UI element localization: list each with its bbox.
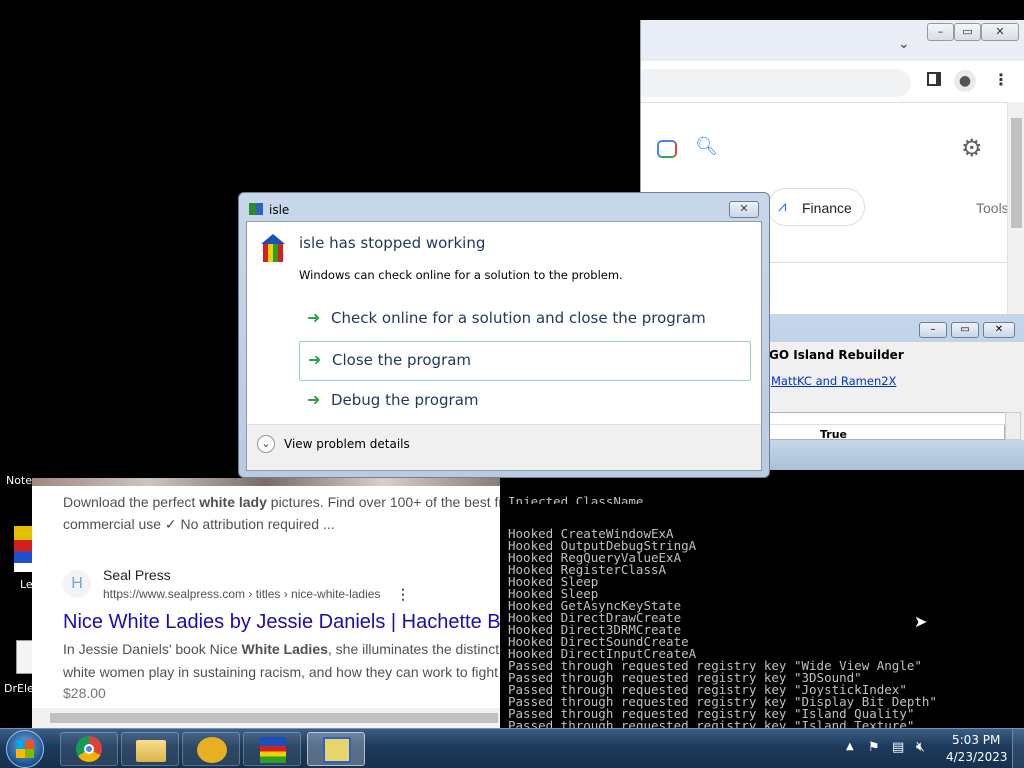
chrome-menu-icon[interactable]: ⋮	[993, 70, 1009, 89]
dialog-footer: ⌄ View problem details	[247, 424, 761, 470]
settings-gear-icon[interactable]: ⚙	[961, 134, 983, 162]
snippet-text: In Jessie Daniels' book Nice	[63, 641, 242, 657]
check-online-button[interactable]: ➜ Check online for a solution and close t…	[299, 300, 751, 338]
isle-house-icon	[259, 234, 287, 262]
toolbar-divider	[641, 102, 1024, 103]
start-button[interactable]	[6, 730, 44, 768]
scrollbar-thumb[interactable]	[1011, 118, 1022, 228]
tools-label[interactable]: Tools	[976, 200, 1009, 216]
snippet-text: pictures. Find over 100+ of the best fr	[266, 494, 500, 510]
site-url[interactable]: https://www.sealpress.com › titles › nic…	[103, 587, 380, 601]
character-icon	[197, 737, 227, 763]
dialog-message: Windows can check online for a solution …	[299, 268, 623, 282]
rebuilder-window: – ▭ ✕ GO Island Rebuilder MattKC and Ram…	[768, 314, 1024, 441]
desktop-icon-drele[interactable]: DrEle	[2, 640, 34, 698]
rebuilder-body: GO Island Rebuilder MattKC and Ramen2X T…	[769, 342, 1024, 441]
snippet-text: , she illuminates the distincti	[327, 641, 500, 657]
lego-icon	[14, 526, 32, 572]
console-window: Injected ClassName Hooked CreateWindowEx…	[504, 470, 1024, 728]
snippet-bold: White Ladies	[241, 641, 328, 657]
action-center-icon[interactable]: ⚑	[868, 740, 880, 755]
option-label: Check online for a solution and close th…	[331, 309, 706, 327]
site-favicon: H	[63, 570, 91, 598]
address-bar[interactable]	[641, 69, 911, 97]
maximize-button[interactable]: ▭	[951, 322, 979, 338]
close-program-button[interactable]: ➜ Close the program	[299, 341, 751, 381]
error-dialog: isle ✕ isle has stopped working Windows …	[238, 192, 770, 478]
desktop-icon-label: Le	[20, 578, 33, 591]
profile-avatar-icon[interactable]: ●	[954, 70, 976, 92]
minimize-button[interactable]: –	[927, 23, 954, 41]
folder-icon	[136, 740, 166, 762]
snippet-bold: white lady	[199, 494, 267, 510]
network-icon[interactable]: ▤	[892, 740, 904, 755]
expand-chevron-icon[interactable]: ⌄	[257, 435, 275, 453]
desktop-icon-label: Note	[6, 474, 33, 487]
console-output: Hooked CreateWindowExA Hooked OutputDebug…	[508, 527, 1020, 728]
settings-table: True	[769, 412, 1006, 441]
volume-muted-icon[interactable]: 🔇︎	[916, 739, 925, 755]
show-hidden-icons[interactable]: ▲	[846, 741, 854, 752]
result-snippet: Download the perfect white lady pictures…	[63, 494, 500, 510]
rebuilder-title: GO Island Rebuilder	[769, 348, 904, 362]
image-strip	[32, 478, 500, 486]
search-icon[interactable]: 🔍︎	[695, 136, 718, 157]
result-snippet-line2: commercial use ✓ No attribution required…	[63, 516, 335, 532]
authors-link[interactable]: MattKC and Ramen2X	[771, 374, 896, 388]
finance-chip-label: Finance	[802, 200, 852, 216]
green-arrow-icon: ➜	[307, 308, 321, 327]
isle-app-icon	[249, 203, 263, 215]
dialog-content: isle has stopped working Windows can che…	[246, 221, 762, 471]
view-details-link[interactable]: View problem details	[284, 437, 410, 451]
price: $28.00	[63, 685, 106, 701]
chrome-tab-bar: – ▭ ✕ ⌄	[641, 20, 1024, 61]
table-header-band	[770, 413, 1006, 425]
taskbar-game[interactable]	[182, 732, 240, 766]
green-arrow-icon: ➜	[308, 350, 322, 369]
taskbar-rebuilder[interactable]	[307, 732, 365, 766]
debug-program-button[interactable]: ➜ Debug the program	[299, 382, 751, 420]
snippet-text: Download the perfect	[63, 494, 200, 510]
windows-logo-icon	[16, 740, 34, 758]
taskbar-explorer[interactable]	[121, 732, 179, 766]
desktop-icon-label: DrEle	[4, 682, 34, 695]
taskbar-chrome[interactable]	[60, 732, 118, 766]
console-line: Passed through requested registry key "I…	[508, 718, 915, 728]
more-options-icon[interactable]: ⋮	[396, 586, 410, 603]
mouse-pointer-icon: ➤	[914, 612, 928, 631]
show-desktop-button[interactable]	[1012, 729, 1024, 768]
finance-chip[interactable]: ⩘ Finance	[767, 188, 865, 226]
google-lens-icon[interactable]	[657, 140, 677, 158]
dialog-title: isle	[269, 203, 290, 217]
taskbar: ▲ ⚑ ▤ 🔇︎ 5:03 PM 4/23/2023	[0, 728, 1024, 768]
option-label: Close the program	[332, 351, 472, 369]
clock-time[interactable]: 5:03 PM	[952, 733, 1000, 747]
tab-search-chevron-icon[interactable]: ⌄	[898, 36, 910, 52]
close-button[interactable]: ✕	[981, 23, 1019, 41]
horizontal-scrollbar[interactable]	[32, 708, 500, 728]
result-snippet: In Jessie Daniels' book Nice White Ladie…	[63, 641, 500, 657]
minimize-button[interactable]: –	[919, 322, 947, 338]
table-scrollbar[interactable]	[1005, 412, 1021, 440]
result-snippet-line2: white women play in sustaining racism, a…	[63, 664, 498, 680]
close-button[interactable]: ✕	[983, 322, 1015, 338]
chart-icon: ⩘	[778, 197, 787, 215]
taskbar-isle[interactable]	[243, 732, 301, 766]
green-arrow-icon: ➜	[307, 390, 321, 409]
clock-date[interactable]: 4/23/2023	[946, 750, 1008, 764]
isle-house-icon	[260, 737, 286, 763]
scrollbar-thumb[interactable]	[50, 713, 498, 723]
maximize-button[interactable]: ▭	[954, 23, 981, 41]
dialog-heading: isle has stopped working	[299, 234, 486, 252]
result-title-link[interactable]: Nice White Ladies by Jessie Daniels | Ha…	[63, 611, 500, 634]
site-name[interactable]: Seal Press	[103, 567, 171, 583]
rebuilder-icon	[323, 737, 351, 763]
console-line: Injected ClassName	[508, 496, 644, 504]
side-panel-icon[interactable]	[927, 72, 941, 86]
search-results-window: Download the perfect white lady pictures…	[32, 478, 500, 728]
option-label: Debug the program	[331, 391, 479, 409]
close-button[interactable]: ✕	[729, 201, 759, 218]
